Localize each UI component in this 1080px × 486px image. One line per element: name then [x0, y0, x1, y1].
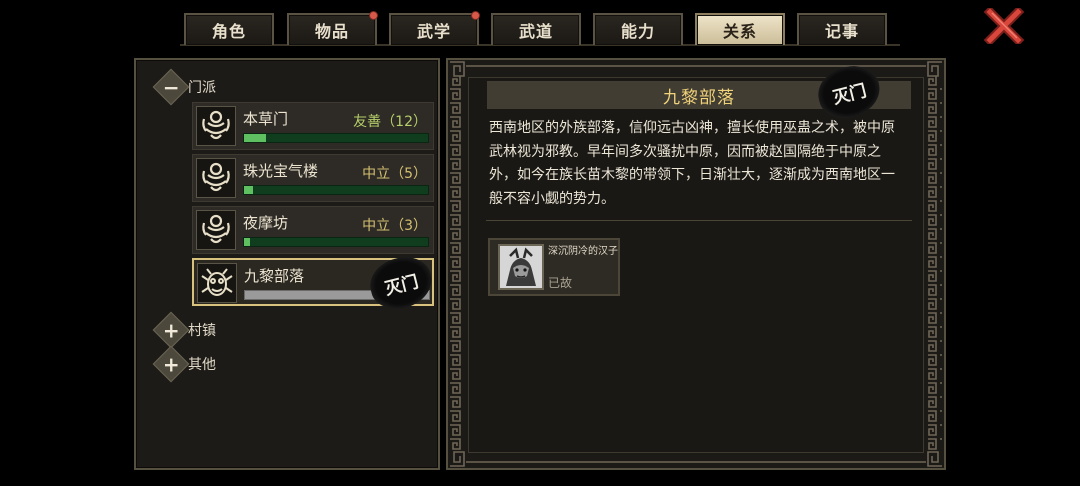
- tab-label: 武学: [416, 22, 451, 41]
- tab-relations[interactable]: 关系: [695, 13, 785, 45]
- faction-name: 九黎部落: [244, 267, 305, 285]
- detail-title-text: 九黎部落: [663, 87, 735, 108]
- destroyed-stamp: 灭门: [364, 251, 438, 315]
- notification-dot-icon: [369, 11, 378, 20]
- faction-standing: 中立（3）: [362, 218, 427, 234]
- faction-name: 夜摩坊: [243, 214, 289, 232]
- tab-label: 物品: [314, 22, 349, 41]
- stamp-text: 灭门: [382, 271, 421, 300]
- tree-node-label: 村镇: [188, 323, 216, 339]
- faction-row-selected[interactable]: 九黎部落 灭门: [192, 251, 438, 315]
- faction-row[interactable]: 珠光宝气楼 中立（5）: [192, 154, 434, 202]
- faction-emblem-icon: [197, 263, 237, 303]
- standing-bar-fill: [244, 238, 250, 246]
- member-card[interactable]: 深沉阴冷的汉子 已故: [488, 238, 620, 296]
- tab-label: 关系: [722, 22, 757, 41]
- standing-bar-fill: [244, 186, 254, 194]
- tab-label: 角色: [211, 22, 246, 41]
- tree-node-sect[interactable]: − 门派: [152, 68, 216, 106]
- faction-list-panel: − 门派 本草门 友善（12） 珠光宝气楼 中立（5） 夜摩坊 中立（3） 九黎…: [134, 58, 440, 470]
- faction-standing: 中立（5）: [362, 166, 427, 182]
- tab-label: 武道: [518, 22, 553, 41]
- member-status: 已故: [548, 276, 573, 290]
- member-portrait: [498, 244, 544, 290]
- faction-name: 本草门: [243, 110, 289, 128]
- tab-journal[interactable]: 记事: [797, 13, 887, 45]
- tab-character[interactable]: 角色: [184, 13, 274, 45]
- tree-node-label: 其他: [188, 357, 216, 373]
- faction-name: 珠光宝气楼: [243, 162, 319, 180]
- plus-icon[interactable]: +: [152, 345, 190, 383]
- divider: [486, 220, 912, 221]
- portrait-icon: [500, 246, 542, 288]
- tree-node-label: 门派: [188, 80, 216, 96]
- standing-bar: [243, 133, 429, 143]
- standing-bar: [243, 237, 429, 247]
- tab-martial-arts[interactable]: 武学: [389, 11, 480, 45]
- tab-label: 能力: [620, 22, 655, 41]
- faction-emblem-icon: [196, 158, 236, 198]
- standing-bar-fill: [244, 134, 267, 142]
- tab-bar: 角色 物品 武学 武道 能力 关系 记事: [0, 0, 1080, 47]
- close-button[interactable]: [983, 5, 1025, 47]
- faction-description: 西南地区的外族部落，信仰远古凶神，擅长使用巫蛊之术，被中原武林视为邪教。早年间多…: [489, 120, 895, 207]
- stamp-text: 灭门: [830, 80, 869, 109]
- faction-detail-panel: 九黎部落 灭门 西南地区的外族部落，信仰远古凶神，擅长使用巫蛊之术，被中原武林视…: [446, 58, 946, 470]
- tree-node-other[interactable]: + 其他: [152, 345, 216, 383]
- faction-emblem-icon: [196, 210, 236, 250]
- close-x-icon: [983, 5, 1025, 47]
- notification-dot-icon: [471, 11, 480, 20]
- tab-martial-way[interactable]: 武道: [491, 13, 581, 45]
- standing-bar: [243, 185, 429, 195]
- faction-row[interactable]: 夜摩坊 中立（3）: [192, 206, 434, 254]
- tab-items[interactable]: 物品: [287, 11, 378, 45]
- tree-node-town[interactable]: + 村镇: [152, 311, 216, 349]
- tab-abilities[interactable]: 能力: [593, 13, 683, 45]
- faction-emblem-icon: [196, 106, 236, 146]
- tab-label: 记事: [824, 22, 859, 41]
- member-name: 深沉阴冷的汉子: [548, 246, 618, 257]
- plus-icon[interactable]: +: [152, 311, 190, 349]
- faction-row[interactable]: 本草门 友善（12）: [192, 102, 434, 150]
- minus-icon[interactable]: −: [152, 68, 190, 106]
- faction-standing: 友善（12）: [353, 114, 427, 130]
